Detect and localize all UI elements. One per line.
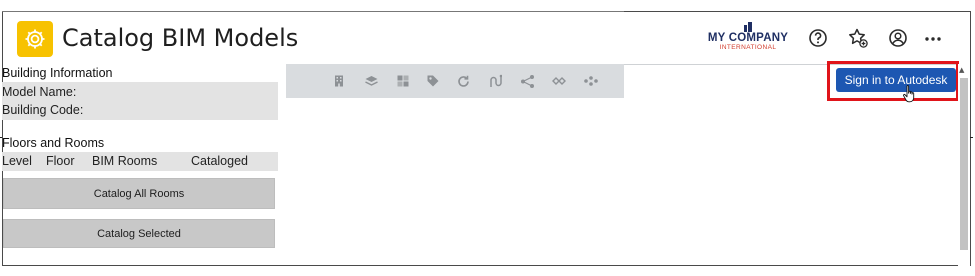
catalog-selected-button[interactable]: Catalog Selected	[3, 219, 275, 248]
page-title: Catalog BIM Models	[62, 24, 299, 52]
tag-icon[interactable]	[424, 72, 442, 90]
catalog-all-rooms-button[interactable]: Catalog All Rooms	[3, 178, 275, 209]
help-icon[interactable]	[807, 27, 829, 49]
floors-rooms-title: Floors and Rooms	[2, 136, 105, 150]
network-icon[interactable]	[550, 72, 568, 90]
rooms-table-header: Level Floor BIM Rooms Cataloged	[2, 152, 278, 171]
logo-brand: MY COMPANY	[707, 32, 789, 44]
edge-tick-right	[970, 137, 973, 138]
building-info-box: Model Name: Building Code:	[2, 82, 278, 120]
building-icon[interactable]	[330, 72, 348, 90]
viewer-toolbar	[286, 64, 624, 98]
column-level[interactable]: Level	[2, 154, 32, 168]
path-icon[interactable]	[486, 72, 504, 90]
company-logo: MY COMPANY INTERNATIONAL	[706, 22, 790, 54]
building-info-title: Building Information	[2, 66, 113, 80]
hand-pointer-icon	[902, 84, 918, 108]
logo-tagline: INTERNATIONAL	[719, 44, 777, 51]
gear-icon	[17, 21, 53, 57]
share-nodes-icon[interactable]	[518, 72, 536, 90]
top-divider	[2, 11, 624, 12]
refresh-icon[interactable]	[454, 72, 472, 90]
building-code-label: Building Code:	[2, 103, 84, 117]
column-floor[interactable]: Floor	[46, 154, 74, 168]
column-bim-rooms[interactable]: BIM Rooms	[92, 154, 157, 168]
scrollbar-thumb[interactable]	[960, 78, 968, 250]
building-logo-icon	[744, 22, 752, 32]
column-cataloged[interactable]: Cataloged	[191, 154, 248, 168]
model-name-label: Model Name:	[2, 85, 77, 99]
link-icon[interactable]	[582, 72, 600, 90]
user-account-icon[interactable]	[887, 27, 909, 49]
scroll-up-arrow-icon[interactable]: ▲	[959, 66, 964, 74]
sign-in-autodesk-button[interactable]: Sign in to Autodesk	[836, 68, 956, 92]
grid-icon[interactable]	[394, 72, 412, 90]
favorites-add-icon[interactable]	[847, 27, 869, 49]
more-icon[interactable]	[922, 27, 944, 49]
layers-icon[interactable]	[362, 72, 380, 90]
